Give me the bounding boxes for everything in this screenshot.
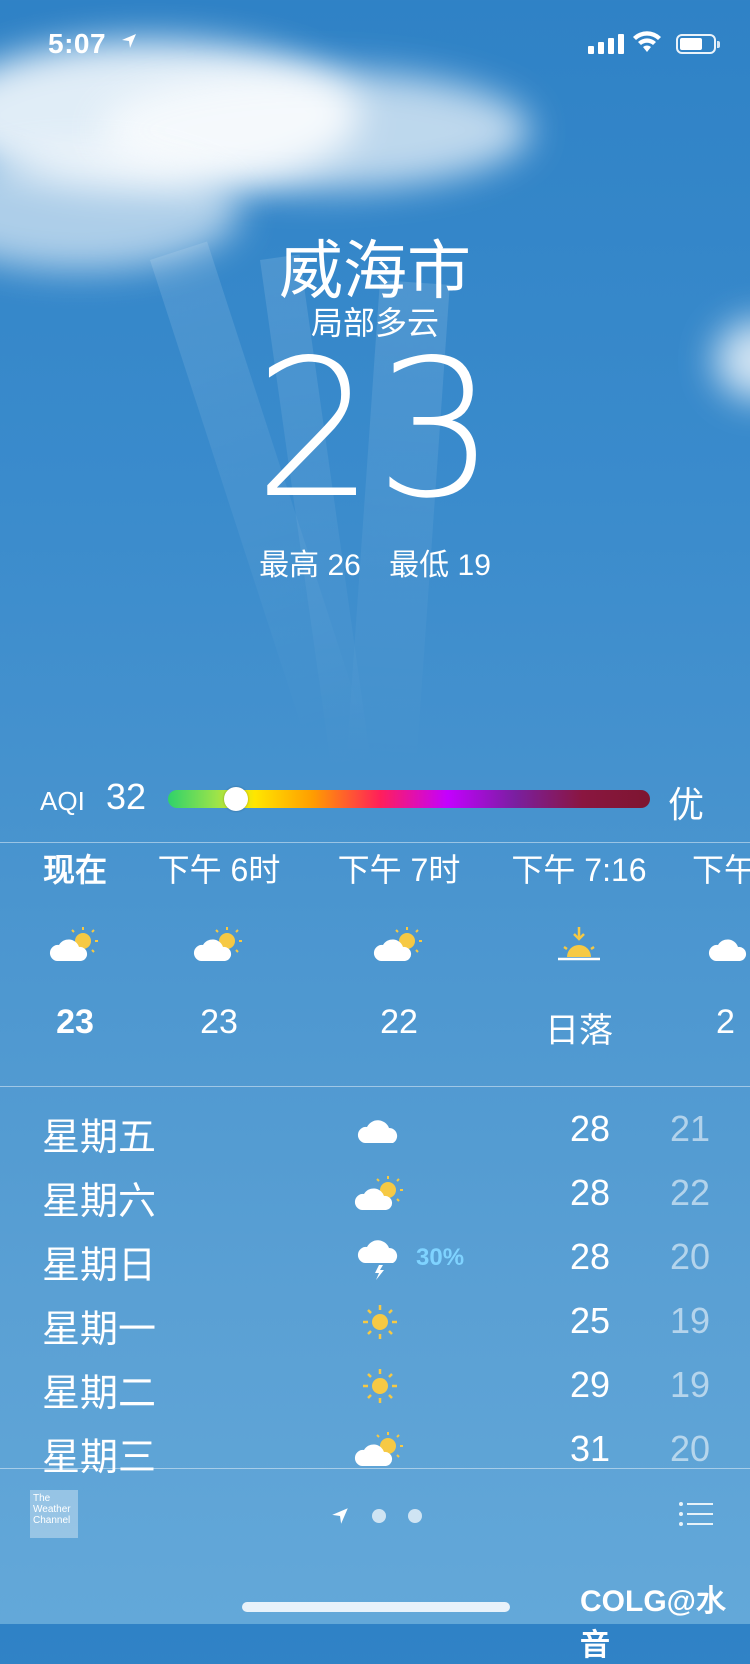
day-high: 28 xyxy=(569,1172,610,1213)
weather-channel-logo[interactable]: The Weather Channel xyxy=(30,1490,78,1538)
page-dot[interactable] xyxy=(408,1509,422,1523)
aqi-scale-bar xyxy=(168,787,650,811)
day-low: 21 xyxy=(669,1108,710,1149)
cellular-signal-icon xyxy=(588,32,624,54)
hour-temp: 2 xyxy=(716,1003,735,1041)
day-high: 28 xyxy=(569,1236,610,1277)
location-arrow-icon xyxy=(332,1508,348,1524)
sun-icon xyxy=(350,1294,410,1350)
hour-time: 下午 6时 xyxy=(157,852,281,888)
hour-time: 下午 7时 xyxy=(337,852,461,888)
hour-item: 下午 7时 22 xyxy=(314,845,484,1042)
home-indicator[interactable] xyxy=(242,1602,510,1612)
aqi-label: AQI xyxy=(40,786,85,816)
daily-row: 星期六 28 22 xyxy=(0,1164,750,1228)
day-high: 29 xyxy=(569,1364,610,1405)
precip-chance: 30% xyxy=(416,1244,465,1271)
status-time: 5:07 xyxy=(48,28,107,59)
day-high: 31 xyxy=(569,1428,610,1469)
daily-row: 星期一 25 19 xyxy=(0,1292,750,1356)
partly-cloudy-icon xyxy=(350,1166,410,1222)
divider xyxy=(0,842,750,843)
hour-time: 下午 7:16 xyxy=(511,852,647,888)
day-low: 19 xyxy=(669,1364,710,1405)
high-temp: 最高 26 xyxy=(259,549,361,582)
bottom-bar: The Weather Channel COLG@水音 xyxy=(0,1470,750,1662)
battery-icon xyxy=(676,34,720,54)
partly-cloudy-icon xyxy=(668,895,750,995)
sun-icon xyxy=(350,1358,410,1414)
watermark: COLG@水音 xyxy=(580,1585,726,1662)
aqi-level: 优 xyxy=(668,784,705,825)
cloud-icon xyxy=(350,1102,410,1158)
day-name: 星期一 xyxy=(42,1309,157,1351)
wifi-icon xyxy=(633,31,661,52)
hourly-forecast[interactable]: 现在 23 下午 6时 23 下午 7时 22 下午 7:16 日落 下午 2 xyxy=(0,845,750,1085)
daily-row: 星期二 29 19 xyxy=(0,1356,750,1420)
day-name: 星期二 xyxy=(42,1373,157,1415)
aqi-indicator xyxy=(224,787,249,811)
page-dot[interactable] xyxy=(372,1509,386,1523)
hour-temp: 23 xyxy=(200,1003,238,1041)
page-indicator[interactable] xyxy=(330,1506,422,1526)
high-low: 最高 26 最低 19 xyxy=(0,540,750,584)
aqi-value: 32 xyxy=(106,776,147,817)
day-high: 25 xyxy=(569,1300,610,1341)
day-name: 星期日 xyxy=(42,1245,157,1287)
location-arrow-icon xyxy=(122,34,136,48)
list-icon[interactable] xyxy=(678,1500,714,1528)
day-name: 星期六 xyxy=(42,1181,157,1223)
sunset-icon xyxy=(494,895,664,995)
partly-cloudy-icon xyxy=(134,895,304,995)
hour-item: 下午 7:16 日落 xyxy=(494,845,664,1052)
day-high: 28 xyxy=(569,1108,610,1149)
daily-row: 星期五 28 21 xyxy=(0,1100,750,1164)
hour-item: 下午 2 xyxy=(668,845,750,1042)
day-low: 19 xyxy=(669,1300,710,1341)
daily-row: 星期日 30% 28 20 xyxy=(0,1228,750,1292)
day-low: 22 xyxy=(669,1172,710,1213)
divider xyxy=(0,1086,750,1087)
day-low: 20 xyxy=(669,1428,710,1469)
day-low: 20 xyxy=(669,1236,710,1277)
hour-item: 下午 6时 23 xyxy=(134,845,304,1042)
hour-temp: 日落 xyxy=(545,1012,613,1050)
divider xyxy=(0,1468,750,1469)
low-temp: 最低 19 xyxy=(389,549,491,582)
partly-cloudy-icon xyxy=(314,895,484,995)
hour-temp: 22 xyxy=(380,1003,418,1041)
hour-time: 下午 xyxy=(692,852,750,888)
current-temperature: 23 xyxy=(254,319,496,540)
thunderstorm-icon xyxy=(350,1230,410,1286)
status-bar: 5:07 xyxy=(0,0,750,90)
day-name: 星期五 xyxy=(42,1117,157,1159)
